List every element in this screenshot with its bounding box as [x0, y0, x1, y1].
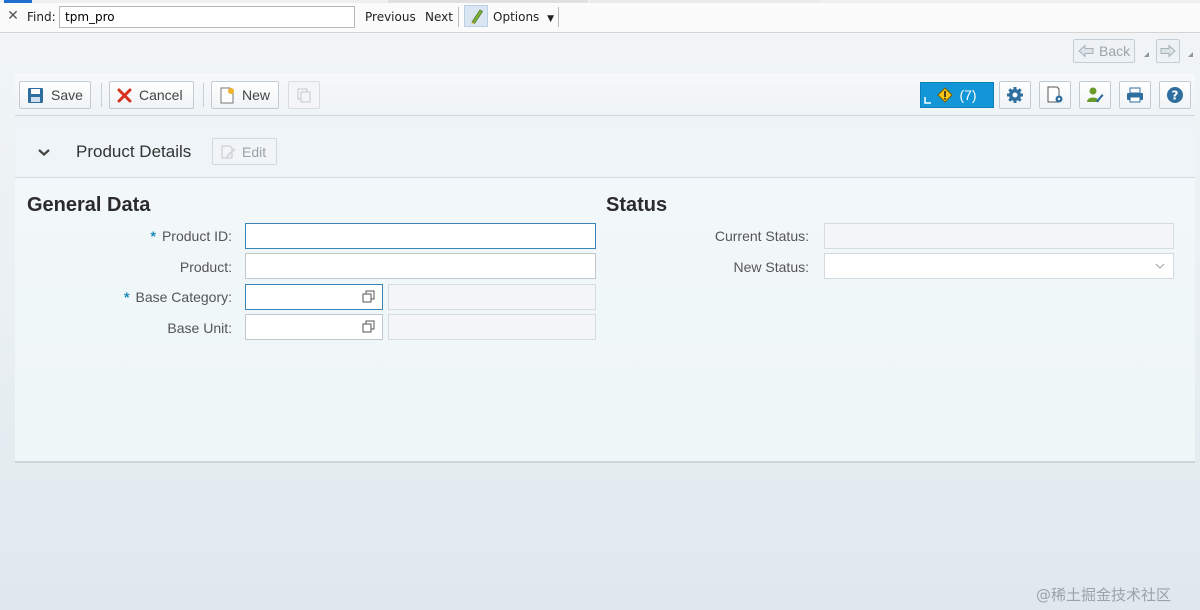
messages-count: (7) [959, 87, 977, 103]
print-button[interactable] [1119, 81, 1151, 109]
value-help-icon[interactable] [362, 320, 376, 334]
product-id-label-text: Product ID: [161, 228, 232, 244]
edit-icon [221, 145, 236, 158]
edit-button[interactable]: Edit [212, 138, 277, 165]
general-data-heading: General Data [27, 194, 151, 216]
find-previous-button[interactable]: Previous [365, 10, 416, 24]
new-status-select[interactable] [824, 253, 1174, 279]
required-marker: * [124, 289, 130, 305]
page-settings-button[interactable] [1039, 81, 1071, 109]
tab-background [590, 0, 820, 3]
product-input[interactable] [245, 253, 596, 279]
product-details-panel: Product Details Edit General Data * Produ… [15, 125, 1195, 463]
current-status-field [824, 223, 1174, 249]
cancel-button[interactable]: Cancel [109, 81, 194, 109]
find-next-button[interactable]: Next [425, 10, 453, 24]
tab-background [388, 0, 588, 3]
base-category-label-text: Base Category: [135, 289, 233, 305]
cancel-label: Cancel [139, 87, 183, 103]
product-id-input[interactable] [245, 223, 596, 249]
save-button[interactable]: Save [19, 81, 91, 109]
caret-down-icon: ▼ [547, 14, 555, 24]
printer-icon [1127, 87, 1143, 103]
copy-icon [297, 88, 311, 103]
messages-button[interactable]: (7) [920, 82, 994, 108]
forward-button[interactable] [1156, 39, 1180, 63]
product-id-label: * Product ID: [151, 228, 232, 244]
find-bar: ✕ Find: Previous Next Options ▼ [0, 0, 1200, 33]
product-label: Product: [179, 259, 232, 275]
panel-header: Product Details Edit [15, 125, 1195, 178]
new-status-label: New Status: [733, 259, 809, 275]
find-label: Find: [27, 10, 56, 24]
highlight-button[interactable] [464, 5, 488, 27]
gear-icon [1007, 87, 1023, 103]
back-button[interactable]: Back [1073, 39, 1135, 63]
find-options-label: Options [493, 10, 540, 24]
current-status-label: Current Status: [714, 228, 809, 244]
settings-button[interactable] [999, 81, 1031, 109]
corner-resize-icon [924, 97, 931, 104]
base-category-description [388, 284, 596, 310]
save-icon [28, 87, 43, 103]
divider [101, 83, 102, 107]
status-heading: Status [606, 194, 668, 216]
chevron-down-icon [1155, 263, 1165, 269]
arrow-left-icon [1078, 44, 1094, 58]
edit-label: Edit [242, 143, 267, 160]
chevron-down-icon[interactable] [35, 143, 53, 161]
help-button[interactable]: ? [1159, 81, 1191, 109]
close-icon[interactable]: ✕ [6, 8, 20, 24]
watermark: @稀土掘金技术社区 [1036, 586, 1172, 604]
toolbar: Save Cancel New (7) ? [15, 74, 1195, 116]
value-help-icon[interactable] [362, 290, 376, 304]
base-unit-input[interactable] [245, 314, 383, 340]
new-button[interactable]: New [211, 81, 279, 109]
tab-indicator [4, 0, 32, 3]
new-label: New [242, 87, 271, 103]
base-unit-description [388, 314, 596, 340]
required-marker: * [150, 228, 156, 244]
back-history-dropdown[interactable] [1139, 39, 1153, 63]
base-category-label: * Base Category: [124, 289, 232, 305]
back-label: Back [1099, 43, 1131, 59]
divider [458, 7, 459, 27]
divider [203, 83, 204, 107]
cancel-x-icon [117, 88, 132, 102]
new-document-icon [220, 87, 234, 103]
base-category-input[interactable] [245, 284, 383, 310]
divider [558, 7, 559, 27]
warning-icon [937, 87, 954, 103]
base-unit-label: Base Unit: [167, 320, 232, 336]
arrow-right-icon [1160, 44, 1176, 58]
pencil-icon [471, 9, 484, 25]
document-settings-icon [1047, 86, 1063, 103]
svg-text:?: ? [1172, 89, 1179, 103]
find-input[interactable] [59, 6, 355, 28]
help-icon: ? [1167, 87, 1183, 103]
user-edit-icon [1087, 87, 1104, 103]
copy-button[interactable] [288, 81, 320, 109]
forward-history-dropdown[interactable] [1184, 39, 1198, 63]
personalize-button[interactable] [1079, 81, 1111, 109]
find-options-button[interactable]: Options ▼ [493, 10, 554, 24]
browser-tab-strip [0, 0, 1200, 3]
panel-title: Product Details [76, 142, 192, 161]
save-label: Save [51, 87, 83, 103]
